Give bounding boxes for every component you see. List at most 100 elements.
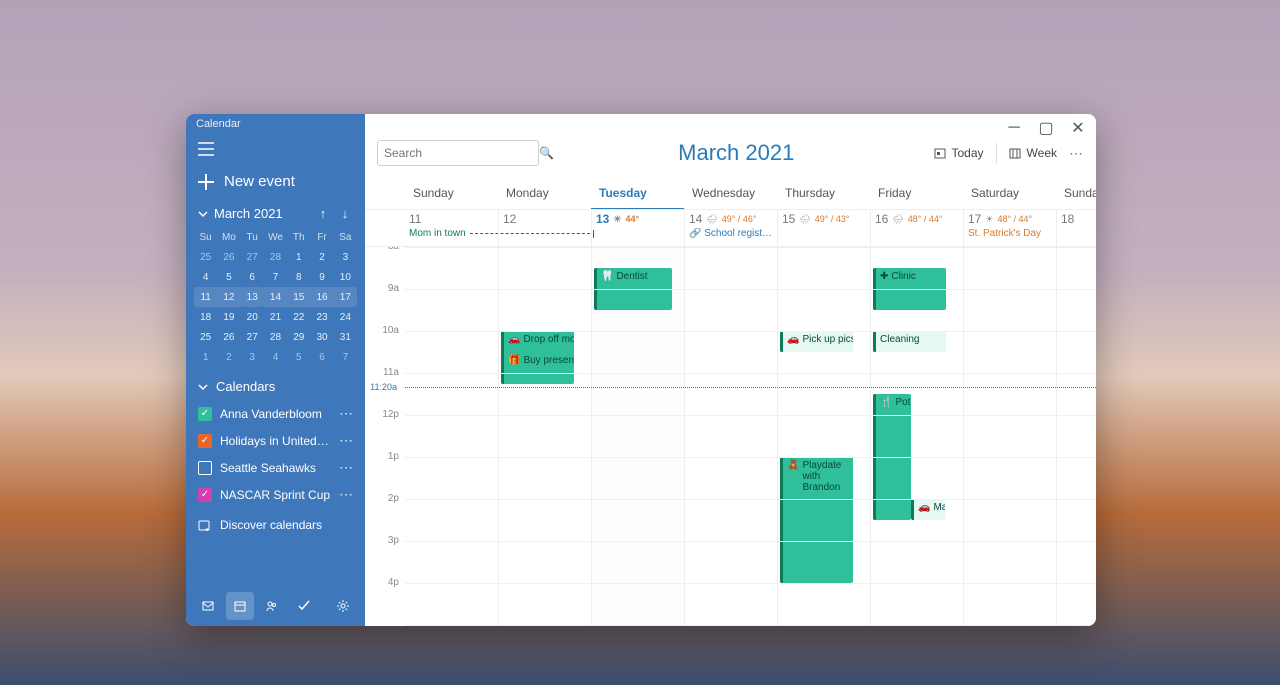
mini-cal-day[interactable]: 18 bbox=[194, 307, 217, 327]
calendar-checkbox[interactable] bbox=[198, 434, 212, 448]
new-event-button[interactable]: New event bbox=[186, 165, 365, 202]
mini-cal-day[interactable]: 6 bbox=[241, 267, 264, 287]
allday-cell[interactable]: 17 ☀ 48° / 44°St. Patrick's Day bbox=[963, 210, 1056, 246]
mini-cal-day[interactable]: 24 bbox=[334, 307, 357, 327]
allday-cell[interactable]: 15 🌧 49° / 43° bbox=[777, 210, 870, 246]
mini-cal-day[interactable]: 27 bbox=[241, 247, 264, 267]
mini-cal-day[interactable]: 25 bbox=[194, 247, 217, 267]
day-column[interactable] bbox=[963, 247, 1056, 626]
mini-cal-day[interactable]: 8 bbox=[287, 267, 310, 287]
mini-cal-day[interactable]: 11 bbox=[194, 287, 217, 307]
mini-cal-day[interactable]: 22 bbox=[287, 307, 310, 327]
calendar-more-button[interactable]: ⋯ bbox=[339, 459, 353, 476]
time-grid[interactable]: 8a9a10a11a12p1p2p3p4p 🚗Drop off mo🎁Buy p… bbox=[365, 247, 1096, 626]
calendar-checkbox[interactable] bbox=[198, 407, 212, 421]
mini-cal-day[interactable]: 29 bbox=[287, 327, 310, 347]
mini-cal-day[interactable]: 5 bbox=[287, 347, 310, 367]
mini-cal-day[interactable]: 4 bbox=[264, 347, 287, 367]
day-header[interactable]: Friday bbox=[870, 182, 963, 209]
allday-cell[interactable]: 14 🌧 49° / 46°🔗 School registrati bbox=[684, 210, 777, 246]
mini-cal-day[interactable]: 9 bbox=[310, 267, 333, 287]
calendar-item[interactable]: NASCAR Sprint Cup ⋯ bbox=[192, 481, 359, 508]
search-input[interactable] bbox=[384, 146, 539, 160]
allday-event[interactable]: 🔗 School registrati bbox=[689, 228, 773, 239]
day-header[interactable]: Tuesday bbox=[591, 182, 684, 210]
calendar-checkbox[interactable] bbox=[198, 461, 212, 475]
close-button[interactable]: ✕ bbox=[1064, 118, 1092, 138]
allday-cell[interactable]: 18 bbox=[1056, 210, 1096, 246]
more-button[interactable]: ⋯ bbox=[1069, 145, 1084, 162]
mini-cal-day[interactable]: 4 bbox=[194, 267, 217, 287]
calendar-event[interactable]: Cleaning bbox=[873, 331, 946, 352]
day-column[interactable] bbox=[1056, 247, 1096, 626]
mini-cal-day[interactable]: 12 bbox=[217, 287, 240, 307]
day-header[interactable]: Wednesday bbox=[684, 182, 777, 209]
day-column[interactable] bbox=[684, 247, 777, 626]
mini-cal-day[interactable]: 26 bbox=[217, 247, 240, 267]
day-header[interactable]: Thursday bbox=[777, 182, 870, 209]
chevron-down-icon[interactable] bbox=[198, 209, 208, 219]
mini-cal-day[interactable]: 3 bbox=[241, 347, 264, 367]
mini-cal-day[interactable]: 10 bbox=[334, 267, 357, 287]
mini-cal-day[interactable]: 16 bbox=[310, 287, 333, 307]
next-month-button[interactable]: ↓ bbox=[337, 206, 353, 221]
day-header[interactable]: Sunda bbox=[1056, 182, 1096, 209]
calendar-more-button[interactable]: ⋯ bbox=[339, 405, 353, 422]
search-icon[interactable]: 🔍 bbox=[539, 146, 554, 160]
mini-cal-day[interactable]: 28 bbox=[264, 327, 287, 347]
settings-button[interactable] bbox=[329, 592, 357, 620]
mini-cal-day[interactable]: 25 bbox=[194, 327, 217, 347]
calendar-button[interactable] bbox=[226, 592, 254, 620]
mini-cal-day[interactable]: 17 bbox=[334, 287, 357, 307]
mini-cal-day[interactable]: 2 bbox=[217, 347, 240, 367]
mini-cal-day[interactable]: 5 bbox=[217, 267, 240, 287]
mini-cal-day[interactable]: 19 bbox=[217, 307, 240, 327]
day-column[interactable]: 🚗Drop off mo🎁Buy present bbox=[498, 247, 591, 626]
mini-cal-day[interactable]: 20 bbox=[241, 307, 264, 327]
minimize-button[interactable]: ─ bbox=[1000, 118, 1028, 138]
day-column[interactable] bbox=[405, 247, 498, 626]
mini-cal-day[interactable]: 28 bbox=[264, 247, 287, 267]
mini-cal-day[interactable]: 6 bbox=[310, 347, 333, 367]
mini-cal-day[interactable]: 27 bbox=[241, 327, 264, 347]
mini-cal-day[interactable]: 7 bbox=[264, 267, 287, 287]
mini-cal-day[interactable]: 21 bbox=[264, 307, 287, 327]
allday-event[interactable]: St. Patrick's Day bbox=[968, 228, 1052, 239]
calendar-event[interactable]: 🎁Buy present bbox=[501, 352, 574, 384]
calendar-event[interactable]: 🚗Pick up pics bbox=[780, 331, 853, 352]
mini-cal-day[interactable]: 1 bbox=[287, 247, 310, 267]
people-button[interactable] bbox=[258, 592, 286, 620]
day-header[interactable]: Sunday bbox=[405, 182, 498, 209]
calendar-event[interactable]: 🚗Mar bbox=[911, 499, 945, 520]
mini-cal-day[interactable]: 15 bbox=[287, 287, 310, 307]
mini-calendar[interactable]: SuMoTuWeThFrSa25262728123456789101112131… bbox=[186, 225, 365, 373]
view-dropdown[interactable]: Week bbox=[1009, 146, 1057, 160]
day-column[interactable]: 🚗Pick up pics 🧸Playdate with Brandon bbox=[777, 247, 870, 626]
mini-cal-day[interactable]: 7 bbox=[334, 347, 357, 367]
maximize-button[interactable]: ▢ bbox=[1032, 118, 1060, 138]
mini-cal-day[interactable]: 14 bbox=[264, 287, 287, 307]
day-header[interactable]: Saturday bbox=[963, 182, 1056, 209]
mini-cal-day[interactable]: 13 bbox=[241, 287, 264, 307]
mini-cal-day[interactable]: 2 bbox=[310, 247, 333, 267]
calendars-header[interactable]: Calendars bbox=[186, 373, 365, 400]
calendar-item[interactable]: Seattle Seahawks ⋯ bbox=[192, 454, 359, 481]
mini-cal-day[interactable]: 31 bbox=[334, 327, 357, 347]
today-button[interactable]: Today bbox=[934, 146, 984, 160]
day-header[interactable]: Monday bbox=[498, 182, 591, 209]
mail-button[interactable] bbox=[194, 592, 222, 620]
mini-cal-day[interactable]: 1 bbox=[194, 347, 217, 367]
search-box[interactable]: 🔍 bbox=[377, 140, 539, 166]
prev-month-button[interactable]: ↑ bbox=[315, 206, 331, 221]
hamburger-button[interactable] bbox=[186, 136, 365, 165]
allday-cell[interactable]: 16 🌧 48° / 44° bbox=[870, 210, 963, 246]
day-column[interactable]: ✚ClinicCleaning🍴Potl🚗Mar bbox=[870, 247, 963, 626]
mini-cal-day[interactable]: 26 bbox=[217, 327, 240, 347]
calendar-item[interactable]: Holidays in United States ⋯ bbox=[192, 427, 359, 454]
allday-cell[interactable]: 12 bbox=[498, 210, 591, 246]
calendar-event[interactable]: 🧸Playdate with Brandon bbox=[780, 457, 853, 583]
discover-calendars-button[interactable]: Discover calendars bbox=[186, 508, 365, 542]
allday-cell[interactable]: 11Mom in town bbox=[405, 210, 498, 246]
calendar-checkbox[interactable] bbox=[198, 488, 212, 502]
calendar-item[interactable]: Anna Vanderbloom ⋯ bbox=[192, 400, 359, 427]
